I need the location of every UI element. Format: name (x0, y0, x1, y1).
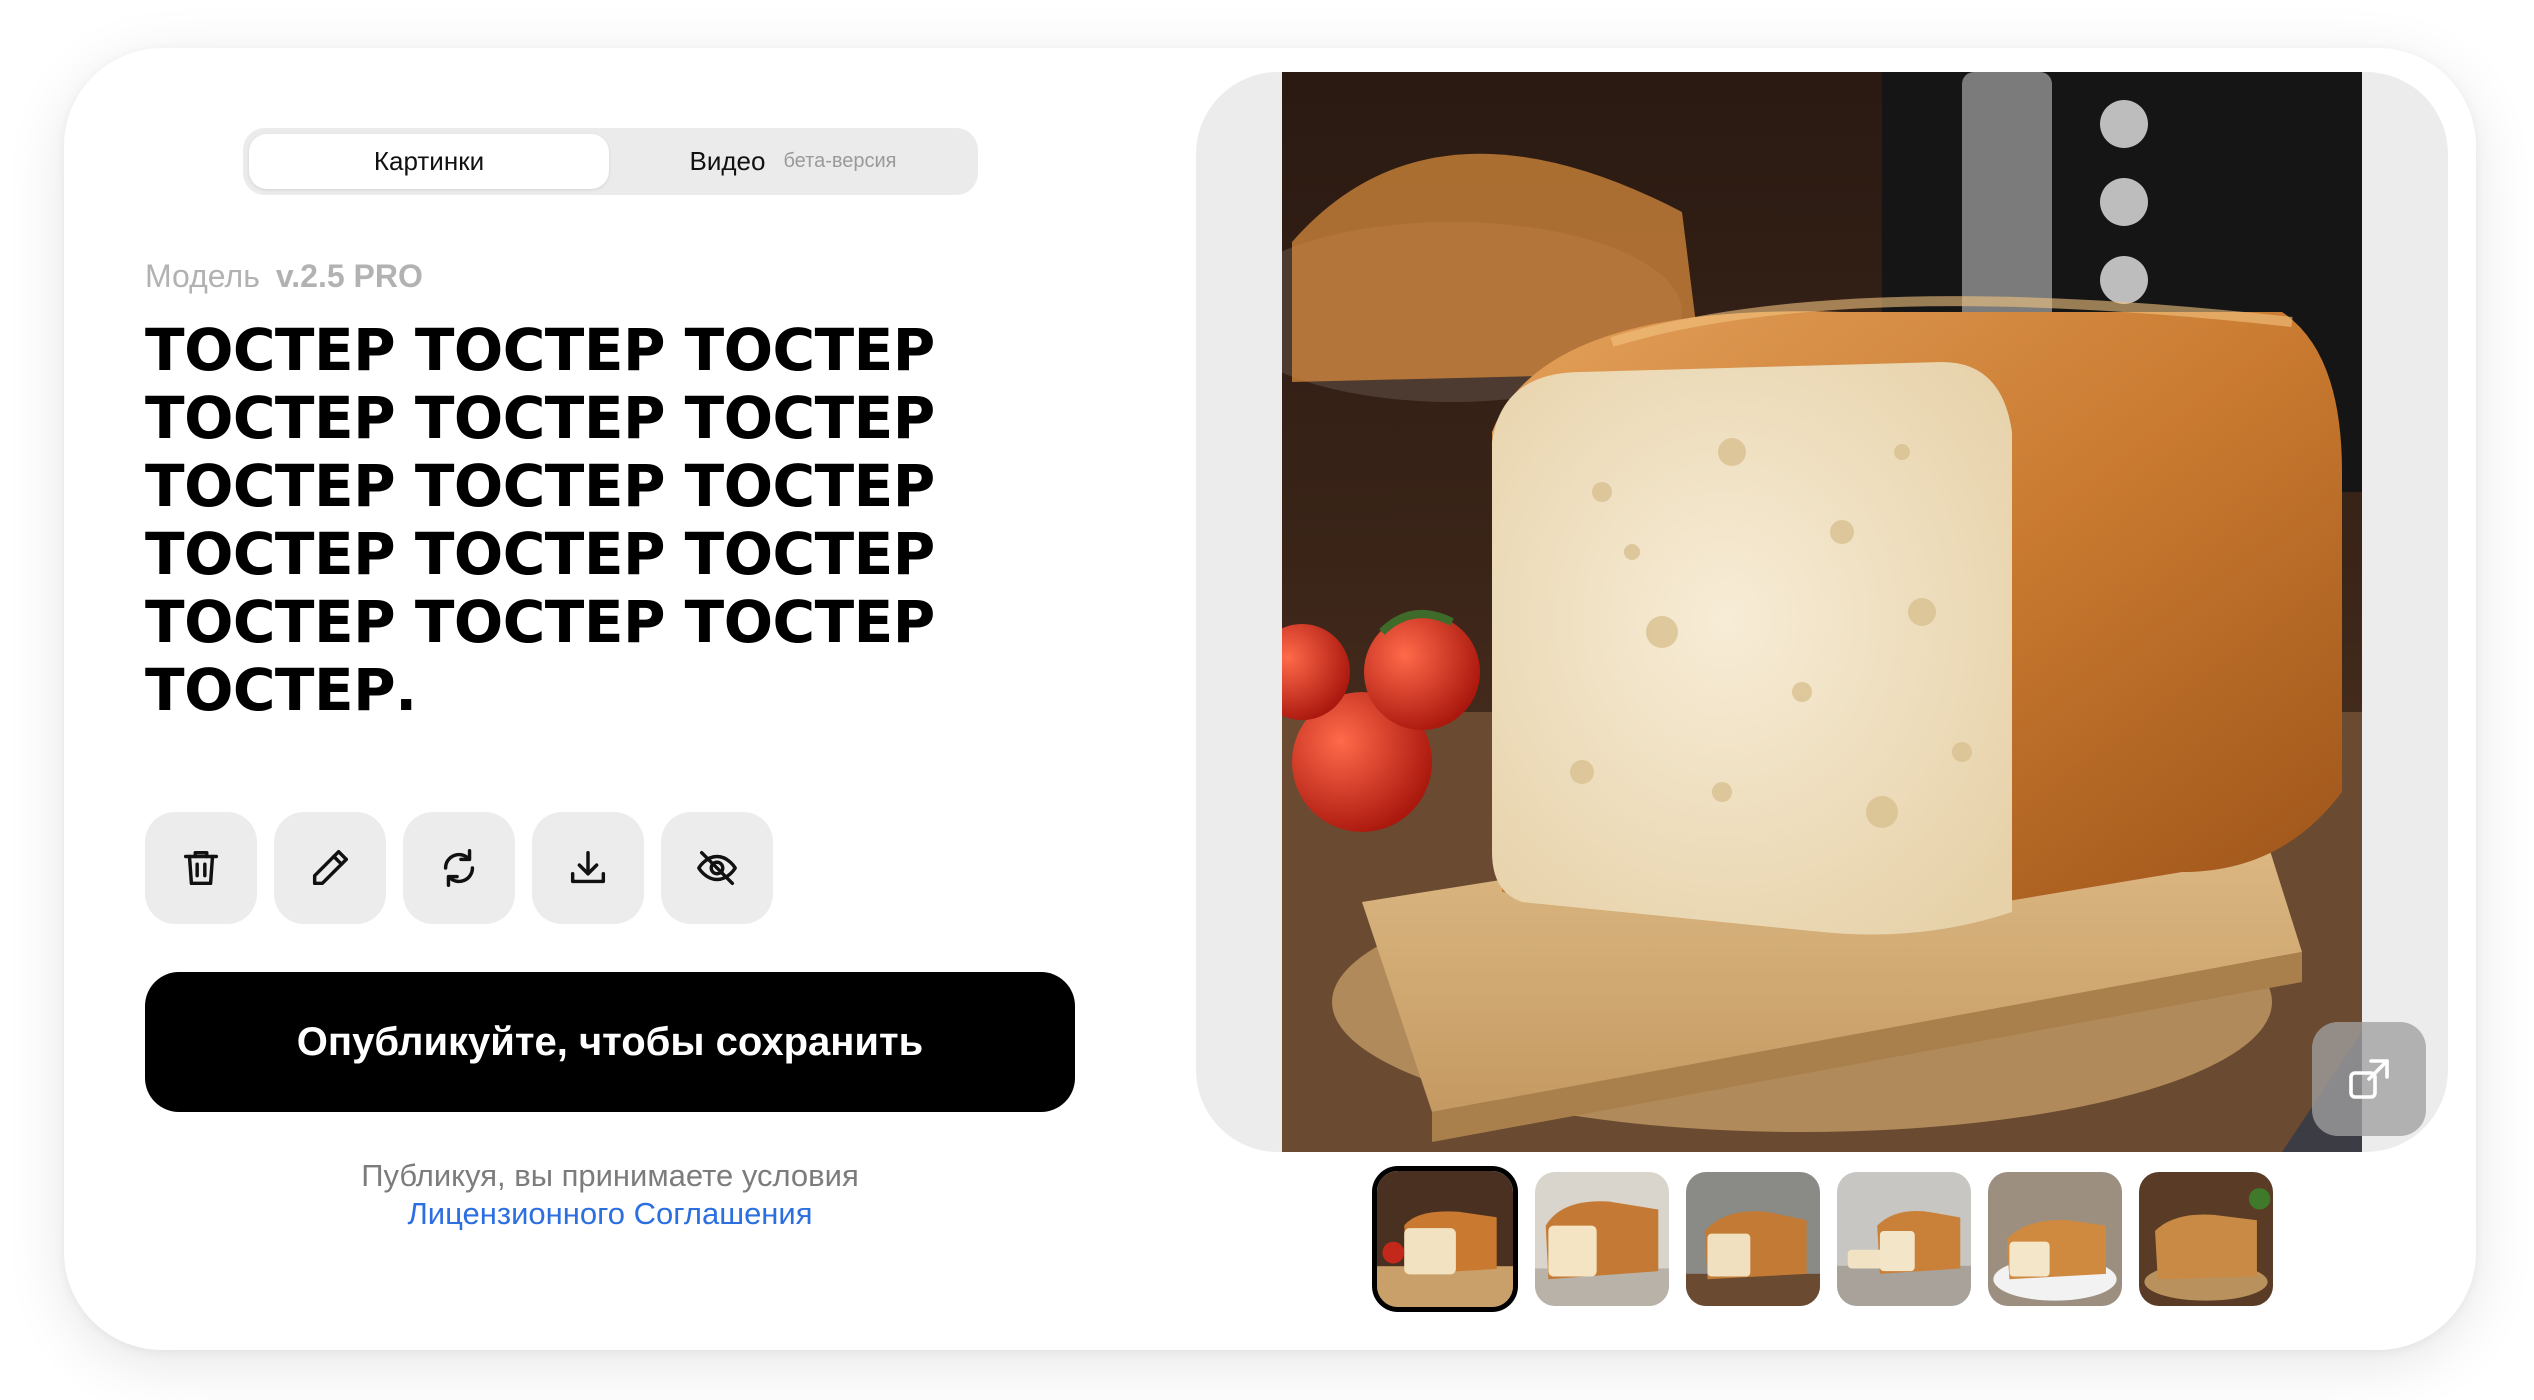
prompt-text: ТОСТЕР ТОСТЕР ТОСТЕР ТОСТЕР ТОСТЕР ТОСТЕ… (145, 316, 935, 724)
license-notice-text: Публикуя, вы принимаете условия (361, 1158, 859, 1193)
expand-button[interactable] (2312, 1022, 2426, 1136)
thumbnail[interactable] (1686, 1172, 1820, 1306)
model-info: Модель v.2.5 PRO (145, 258, 423, 295)
tab-video-label: Видео (689, 146, 766, 176)
tab-video[interactable]: Видео бета-версия (613, 134, 973, 189)
thumbnail[interactable] (1988, 1172, 2122, 1306)
hide-button[interactable] (661, 812, 773, 924)
edit-button[interactable] (274, 812, 386, 924)
media-type-toggle: Картинки Видео бета-версия (243, 128, 978, 195)
beta-badge: бета-версия (783, 150, 897, 172)
refresh-icon (443, 849, 475, 887)
thumbnail[interactable] (1837, 1172, 1971, 1306)
download-icon (570, 850, 606, 884)
regenerate-button[interactable] (403, 812, 515, 924)
model-version: v.2.5 PRO (275, 258, 423, 294)
expand-icon (2349, 1059, 2389, 1099)
license-notice: Публикуя, вы принимаете условия Лицензио… (145, 1157, 1075, 1233)
publish-button[interactable]: Опубликуйте, чтобы сохранить (145, 972, 1075, 1112)
download-button[interactable] (532, 812, 644, 924)
thumbnail[interactable] (2139, 1172, 2273, 1306)
thumbnail-strip (1372, 1166, 2273, 1312)
trash-icon (183, 850, 219, 886)
license-agreement-link[interactable]: Лицензионного Соглашения (145, 1195, 1075, 1233)
publish-button-label: Опубликуйте, чтобы сохранить (296, 1019, 924, 1064)
pencil-icon (312, 849, 349, 886)
eye-off-icon (697, 850, 737, 886)
action-toolbar (145, 812, 773, 924)
thumbnail[interactable] (1535, 1172, 1669, 1306)
delete-button[interactable] (145, 812, 257, 924)
preview-panel (1196, 72, 2448, 1152)
model-label: Модель (145, 258, 260, 294)
tab-images-label: Картинки (373, 146, 485, 176)
generated-image (1282, 72, 2362, 1152)
thumbnail[interactable] (1372, 1166, 1518, 1312)
tab-images[interactable]: Картинки (249, 134, 609, 189)
